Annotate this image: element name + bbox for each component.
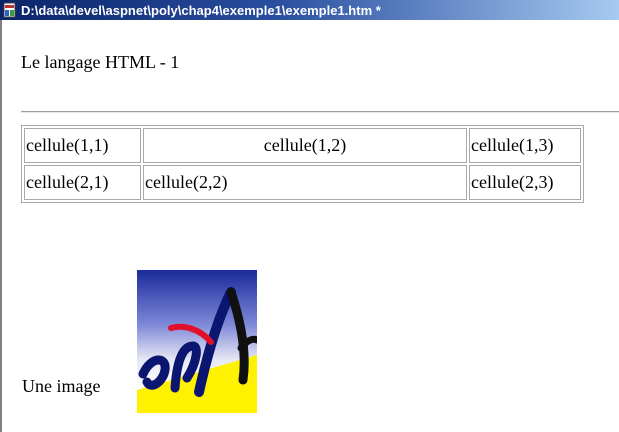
image-caption: Une image [22,376,101,396]
table-cell: cellule(1,3) [469,128,581,163]
data-table: cellule(1,1) cellule(1,2) cellule(1,3) c… [21,125,584,203]
html-document-icon [3,2,16,18]
table-row: cellule(1,1) cellule(1,2) cellule(1,3) [24,128,581,163]
table-row: cellule(2,1) cellule(2,2) cellule(2,3) [24,165,581,200]
table-cell: cellule(2,3) [469,165,581,200]
page-heading: Le langage HTML - 1 [21,52,180,72]
title-bar[interactable]: D:\data\devel\aspnet\poly\chap4\exemple1… [0,0,619,20]
logo-image [137,270,257,413]
horizontal-rule [21,111,619,113]
document-area [0,20,619,432]
table-cell: cellule(1,1) [24,128,141,163]
table-cell: cellule(1,2) [143,128,467,163]
table-cell: cellule(2,2) [143,165,467,200]
window-title: D:\data\devel\aspnet\poly\chap4\exemple1… [21,2,381,18]
table-cell: cellule(2,1) [24,165,141,200]
